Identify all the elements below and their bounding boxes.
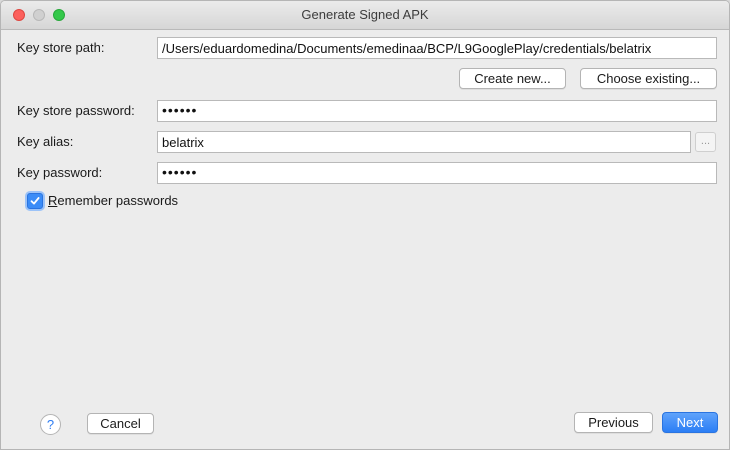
- help-button[interactable]: ?: [40, 414, 61, 435]
- choose-existing-button[interactable]: Choose existing...: [580, 68, 717, 89]
- checkmark-icon: [30, 197, 40, 205]
- next-button[interactable]: Next: [662, 412, 718, 433]
- key-store-path-field[interactable]: /Users/eduardomedina/Documents/emedinaa/…: [157, 37, 717, 59]
- key-password-label: Key password:: [17, 165, 103, 180]
- question-icon: ?: [46, 417, 55, 432]
- remember-passwords-label[interactable]: Remember passwords: [48, 193, 178, 208]
- key-store-password-field[interactable]: ••••••: [157, 100, 717, 122]
- key-alias-field[interactable]: belatrix: [157, 131, 691, 153]
- remember-label-text: emember passwords: [57, 193, 179, 208]
- key-password-field[interactable]: ••••••: [157, 162, 717, 184]
- previous-button[interactable]: Previous: [574, 412, 653, 433]
- generate-signed-apk-dialog: Generate Signed APK Key store path: /Use…: [0, 0, 730, 450]
- create-new-button[interactable]: Create new...: [459, 68, 566, 89]
- key-store-password-label: Key store password:: [17, 103, 135, 118]
- title-bar: Generate Signed APK: [1, 1, 729, 30]
- cancel-button[interactable]: Cancel: [87, 413, 154, 434]
- remember-passwords-checkbox[interactable]: [27, 193, 43, 209]
- key-store-path-label: Key store path:: [17, 40, 105, 55]
- remember-mnemonic: R: [48, 193, 58, 208]
- key-alias-label: Key alias:: [17, 134, 74, 149]
- browse-alias-button[interactable]: ...: [695, 132, 716, 152]
- window-title: Generate Signed APK: [301, 7, 429, 22]
